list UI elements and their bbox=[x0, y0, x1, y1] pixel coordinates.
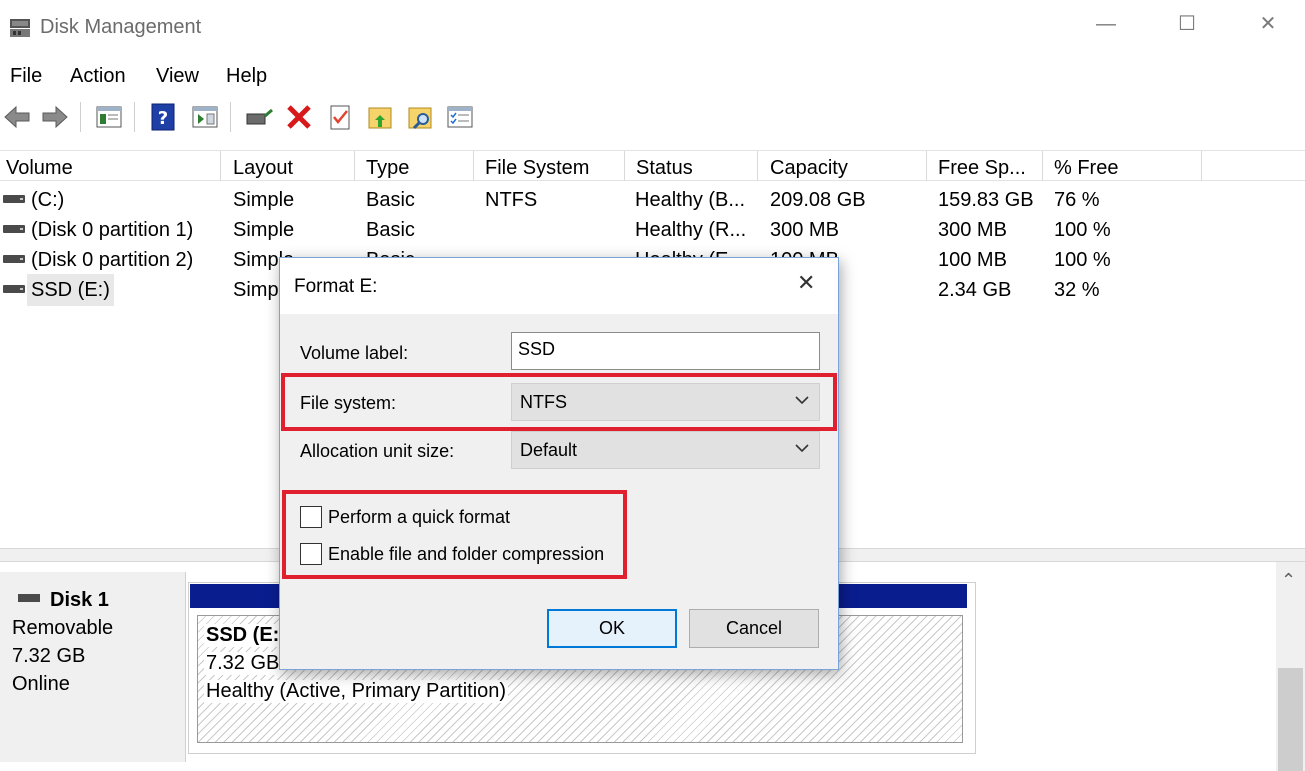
scroll-up-icon[interactable]: ⌃ bbox=[1281, 570, 1296, 591]
cell-percent-free: 32 % bbox=[1054, 279, 1100, 301]
menu-action[interactable]: Action bbox=[70, 65, 126, 88]
disk-size: 7.32 GB bbox=[12, 645, 86, 667]
disk-name: Disk 1 bbox=[50, 589, 109, 611]
col-capacity[interactable]: Capacity bbox=[764, 151, 927, 181]
format-dialog: Format E: ✕ Volume label: SSD File syste… bbox=[279, 257, 839, 670]
cell-volume: (Disk 0 partition 1) bbox=[31, 219, 194, 241]
dialog-close-button[interactable]: ✕ bbox=[797, 270, 815, 296]
connect-virtual-disk-icon[interactable] bbox=[244, 102, 274, 132]
open-folder-icon[interactable] bbox=[366, 102, 396, 132]
back-icon[interactable] bbox=[2, 102, 32, 132]
cell-free-space: 2.34 GB bbox=[938, 279, 1012, 301]
col-file-system[interactable]: File System bbox=[479, 151, 625, 181]
drive-icon bbox=[3, 195, 25, 203]
toolbar: ? bbox=[0, 96, 1305, 140]
cell-type: Basic bbox=[366, 189, 415, 211]
disk-info-panel[interactable]: Disk 1 Removable 7.32 GB Online bbox=[0, 572, 186, 762]
cell-capacity: 300 MB bbox=[770, 219, 839, 241]
menu-help[interactable]: Help bbox=[226, 65, 267, 88]
delete-icon[interactable] bbox=[284, 102, 314, 132]
cell-percent-free: 100 % bbox=[1054, 219, 1111, 241]
cell-status: Healthy (B... bbox=[635, 189, 746, 211]
ok-button[interactable]: OK bbox=[547, 609, 677, 648]
disk-management-icon bbox=[10, 19, 30, 37]
menu-view[interactable]: View bbox=[156, 65, 199, 88]
forward-icon[interactable] bbox=[40, 102, 70, 132]
maximize-button[interactable]: ☐ bbox=[1167, 8, 1207, 40]
cell-free-space: 100 MB bbox=[938, 249, 1007, 271]
disk-type: Removable bbox=[12, 617, 114, 639]
show-hide-action-pane-icon[interactable] bbox=[190, 102, 220, 132]
drive-icon bbox=[3, 285, 25, 293]
disk-management-window: Disk Management — ☐ ✕ File Action View H… bbox=[0, 0, 1305, 771]
cell-free-space: 159.83 GB bbox=[938, 189, 1034, 211]
show-hide-console-tree-icon[interactable] bbox=[94, 102, 124, 132]
volume-list-header: Volume Layout Type File System Status Ca… bbox=[0, 150, 1305, 181]
disk-icon bbox=[18, 594, 40, 602]
cell-layout: Simple bbox=[233, 219, 295, 241]
checkbox-options-highlight bbox=[282, 490, 627, 579]
scroll-thumb[interactable] bbox=[1278, 668, 1303, 771]
col-volume[interactable]: Volume bbox=[0, 151, 221, 181]
drive-icon bbox=[3, 255, 25, 263]
cell-type: Basic bbox=[366, 219, 415, 241]
chevron-down-icon bbox=[795, 444, 809, 453]
allocation-unit-size-select[interactable]: Default bbox=[511, 431, 820, 469]
cell-volume: (C:) bbox=[31, 189, 65, 211]
cell-volume: SSD (E:) bbox=[27, 274, 114, 306]
cell-percent-free: 76 % bbox=[1054, 189, 1100, 211]
volume-label-label: Volume label: bbox=[300, 343, 409, 363]
window-title: Disk Management bbox=[40, 16, 202, 38]
col-percent-free[interactable]: % Free bbox=[1048, 151, 1202, 181]
file-system-highlight bbox=[281, 373, 837, 431]
col-free-space[interactable]: Free Sp... bbox=[932, 151, 1043, 181]
cell-volume: (Disk 0 partition 2) bbox=[31, 249, 194, 271]
svg-text:?: ? bbox=[158, 108, 168, 129]
cancel-button[interactable]: Cancel bbox=[689, 609, 819, 648]
menu-file[interactable]: File bbox=[10, 65, 42, 88]
partition-status: Healthy (Active, Primary Partition) bbox=[204, 680, 509, 703]
dialog-title: Format E: bbox=[294, 276, 378, 297]
cell-free-space: 300 MB bbox=[938, 219, 1007, 241]
disk-status: Online bbox=[12, 673, 70, 695]
cell-capacity: 209.08 GB bbox=[770, 189, 866, 211]
allocation-unit-size-value: Default bbox=[520, 440, 578, 460]
menu-bar: File Action View Help bbox=[0, 60, 1305, 92]
col-layout[interactable]: Layout bbox=[227, 151, 355, 181]
minimize-button[interactable]: — bbox=[1086, 8, 1126, 40]
col-status[interactable]: Status bbox=[630, 151, 758, 181]
explore-icon[interactable] bbox=[406, 102, 436, 132]
title-bar: Disk Management — ☐ ✕ bbox=[0, 0, 1305, 56]
close-window-button[interactable]: ✕ bbox=[1248, 8, 1288, 40]
allocation-unit-size-label: Allocation unit size: bbox=[300, 441, 455, 461]
cell-status: Healthy (R... bbox=[635, 219, 747, 241]
dialog-title-bar: Format E: ✕ bbox=[280, 258, 838, 314]
vertical-scrollbar[interactable]: ⌃ bbox=[1276, 562, 1305, 771]
col-type[interactable]: Type bbox=[360, 151, 474, 181]
cell-percent-free: 100 % bbox=[1054, 249, 1111, 271]
table-row[interactable]: (Disk 0 partition 1) Simple Basic Health… bbox=[0, 214, 1305, 244]
cell-file-system: NTFS bbox=[485, 189, 538, 211]
volume-label-input[interactable]: SSD bbox=[511, 332, 820, 370]
partition-name: SSD (E:) bbox=[204, 624, 288, 647]
table-row[interactable]: (C:) Simple Basic NTFS Healthy (B... 209… bbox=[0, 184, 1305, 214]
properties-list-icon[interactable] bbox=[445, 102, 475, 132]
help-icon[interactable]: ? bbox=[149, 102, 179, 132]
properties-icon[interactable] bbox=[326, 102, 356, 132]
partition-size: 7.32 GB bbox=[204, 652, 282, 675]
drive-icon bbox=[3, 225, 25, 233]
cell-layout: Simple bbox=[233, 189, 295, 211]
